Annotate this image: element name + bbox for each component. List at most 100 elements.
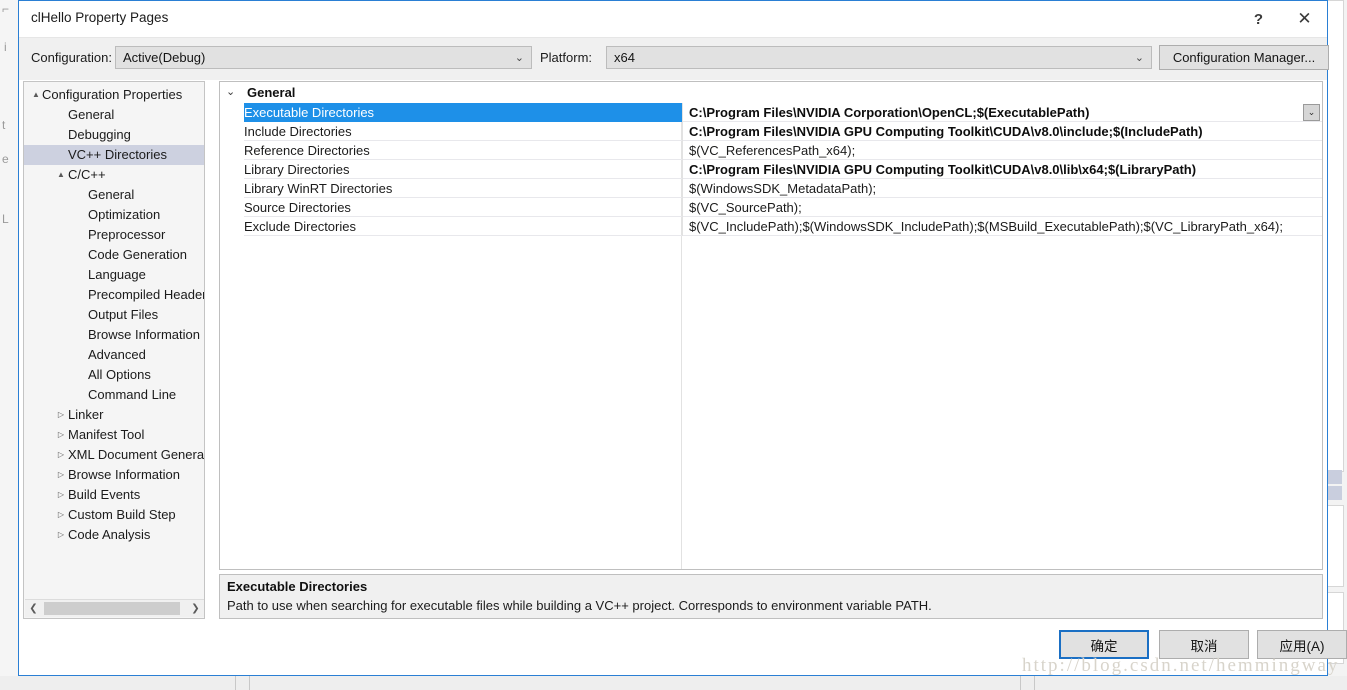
property-value[interactable]: $(VC_SourcePath); [689,198,802,217]
configuration-tree[interactable]: ▲ Configuration Properties General Debuggin… [23,81,205,619]
grid-rows: Executable Directories C:\Program Files\N… [220,103,1322,236]
property-value[interactable]: C:\Program Files\NVIDIA GPU Computing To… [689,160,1196,179]
tree-item-configuration-properties[interactable]: ▲ Configuration Properties [24,85,204,105]
row-column-divider [682,103,683,122]
row-column-divider [682,179,683,198]
configuration-value: Active(Debug) [123,50,206,65]
tree-item-precompiled-header[interactable]: Precompiled Header [24,285,204,305]
tree-item-code-generation[interactable]: Code Generation [24,245,204,265]
platform-dropdown[interactable]: x64 ⌄ [606,46,1152,69]
tree-item-language[interactable]: Language [24,265,204,285]
expander-collapse-icon[interactable]: ▲ [55,165,67,185]
dialog-titlebar: clHello Property Pages ? ✕ [19,1,1327,37]
close-icon[interactable]: ✕ [1282,1,1327,37]
tree-item-browse-information[interactable]: ▷ Browse Information [24,465,204,485]
tree-item-custom-build-step[interactable]: ▷ Custom Build Step [24,505,204,525]
tree-item-advanced[interactable]: Advanced [24,345,204,365]
ok-button[interactable]: 确定 [1059,630,1149,659]
description-pane: Executable Directories Path to use when … [219,574,1323,619]
grid-category-header[interactable]: ⌄ General [220,82,1322,103]
tree-horizontal-scrollbar[interactable]: ❮ ❯ [25,599,204,617]
tree-item-label: Preprocessor [88,227,166,242]
tree-item-label: VC++ Directories [68,147,167,162]
tree-item-code-analysis[interactable]: ▷ Code Analysis [24,525,204,545]
expander-expand-icon[interactable]: ▷ [55,485,67,505]
property-row[interactable]: Library WinRT Directories $(WindowsSDK_Me… [220,179,1322,198]
expander-collapse-icon[interactable]: ▲ [30,85,42,105]
ide-left-strip: ⌐ t e L i [0,0,18,690]
tree-item-label: Precompiled Header [88,287,205,302]
tree-item-label: XML Document Generat [68,447,205,462]
property-value[interactable]: $(WindowsSDK_MetadataPath); [689,179,876,198]
property-name: Library Directories [244,162,350,177]
property-name: Executable Directories [244,105,375,120]
property-row[interactable]: Library Directories C:\Program Files\NVID… [220,160,1322,179]
property-value[interactable]: C:\Program Files\NVIDIA GPU Computing To… [689,122,1203,141]
property-name: Exclude Directories [244,219,356,234]
property-pages-dialog: clHello Property Pages ? ✕ Configuration… [18,0,1347,676]
property-name: Library WinRT Directories [244,181,393,196]
configuration-dropdown[interactable]: Active(Debug) ⌄ [115,46,532,69]
property-grid[interactable]: ⌄ General Executable Directories C:\Progr… [219,81,1323,570]
configuration-label: Configuration: [31,50,112,65]
expander-expand-icon[interactable]: ▷ [55,505,67,525]
tree-item-label: Code Analysis [68,527,151,542]
value-dropdown-icon[interactable]: ⌄ [1303,104,1320,121]
tree-item-label: Browse Information [68,467,180,482]
tree-item-label: Output Files [88,307,159,322]
property-value[interactable]: $(VC_ReferencesPath_x64); [689,141,855,160]
tree-item-label: Advanced [88,347,146,362]
tree-item-xml-document-generat[interactable]: ▷ XML Document Generat [24,445,204,465]
tree-item-c-c[interactable]: ▲ C/C++ [24,165,204,185]
scrollbar-thumb[interactable] [44,602,180,615]
expander-expand-icon[interactable]: ▷ [55,425,67,445]
cancel-button[interactable]: 取消 [1159,630,1249,659]
property-name: Reference Directories [244,143,370,158]
tree-item-all-options[interactable]: All Options [24,365,204,385]
row-column-divider [682,217,683,236]
tree-item-general[interactable]: General [24,105,204,125]
tree-item-label: Build Events [68,487,141,502]
tree-item-label: Command Line [88,387,177,402]
tree-item-preprocessor[interactable]: Preprocessor [24,225,204,245]
tree-item-linker[interactable]: ▷ Linker [24,405,204,425]
scroll-left-icon[interactable]: ❮ [25,600,42,617]
property-name: Include Directories [244,124,352,139]
expander-expand-icon[interactable]: ▷ [55,525,67,545]
tree-item-label: All Options [88,367,151,382]
expander-expand-icon[interactable]: ▷ [55,465,67,485]
tree-item-output-files[interactable]: Output Files [24,305,204,325]
tree-item-optimization[interactable]: Optimization [24,205,204,225]
tree-item-vc-directories[interactable]: VC++ Directories [24,145,204,165]
tree-item-debugging[interactable]: Debugging [24,125,204,145]
tree-item-general[interactable]: General [24,185,204,205]
tree-item-build-events[interactable]: ▷ Build Events [24,485,204,505]
tree-item-manifest-tool[interactable]: ▷ Manifest Tool [24,425,204,445]
apply-button[interactable]: 应用(A) [1257,630,1347,659]
row-column-divider [682,198,683,217]
property-row[interactable]: Reference Directories $(VC_ReferencesPath… [220,141,1322,160]
scroll-right-icon[interactable]: ❯ [187,600,204,617]
tree-item-label: Optimization [88,207,161,222]
chevron-down-icon: ⌄ [514,52,524,64]
property-value[interactable]: C:\Program Files\NVIDIA Corporation\Open… [689,103,1089,122]
tree-item-browse-information[interactable]: Browse Information [24,325,204,345]
chevron-down-icon: ⌄ [1134,52,1144,64]
property-row[interactable]: Source Directories $(VC_SourcePath); [220,198,1322,217]
help-icon[interactable]: ? [1236,1,1281,37]
configuration-bar: Configuration: Active(Debug) ⌄ Platform:… [19,37,1329,80]
configuration-manager-button[interactable]: Configuration Manager... [1159,45,1329,70]
tree-item-command-line[interactable]: Command Line [24,385,204,405]
dialog-title: clHello Property Pages [31,10,169,25]
chevron-down-icon: ⌄ [226,86,236,98]
tree-item-label: Manifest Tool [68,427,145,442]
tree-item-label: Language [88,267,146,282]
expander-expand-icon[interactable]: ▷ [55,405,67,425]
property-row[interactable]: Executable Directories C:\Program Files\N… [220,103,1322,122]
property-value[interactable]: $(VC_IncludePath);$(WindowsSDK_IncludePa… [689,217,1283,236]
property-row[interactable]: Exclude Directories $(VC_IncludePath);$(W… [220,217,1322,236]
description-title: Executable Directories [227,579,368,594]
expander-expand-icon[interactable]: ▷ [55,445,67,465]
property-row[interactable]: Include Directories C:\Program Files\NVID… [220,122,1322,141]
tree-item-label: General [88,187,135,202]
